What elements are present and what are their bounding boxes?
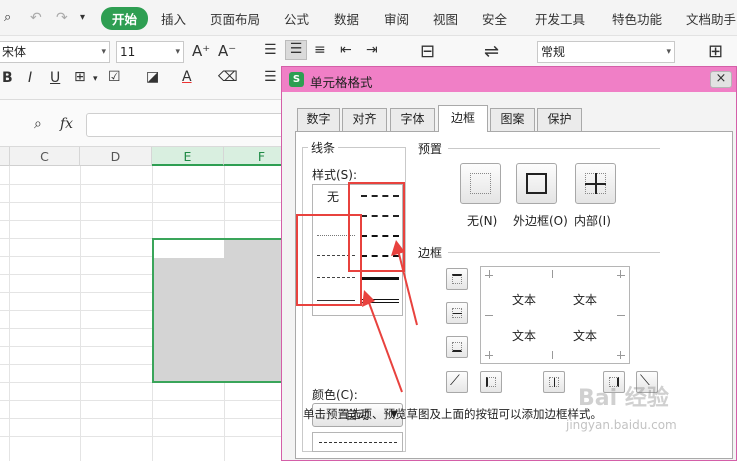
watermark-url: jingyan.baidu.com <box>566 418 677 432</box>
watermark: Bai 经验 <box>578 386 669 411</box>
